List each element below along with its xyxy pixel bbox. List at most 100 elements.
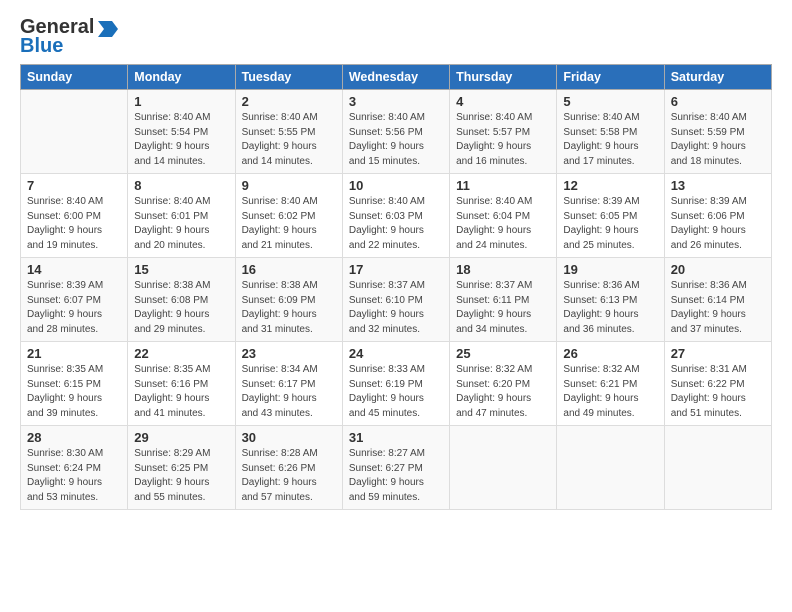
day-number: 6 bbox=[671, 94, 765, 109]
cell-info: Sunrise: 8:40 AMSunset: 5:54 PMDaylight:… bbox=[134, 111, 228, 169]
logo-blue: Blue bbox=[20, 35, 63, 58]
day-number: 28 bbox=[27, 430, 121, 445]
header-row: SundayMondayTuesdayWednesdayThursdayFrid… bbox=[21, 65, 772, 90]
day-number: 27 bbox=[671, 346, 765, 361]
cell-info: Sunrise: 8:39 AMSunset: 6:07 PMDaylight:… bbox=[27, 279, 121, 337]
cell-info: Sunrise: 8:35 AMSunset: 6:15 PMDaylight:… bbox=[27, 363, 121, 421]
cell-info: Sunrise: 8:40 AMSunset: 6:02 PMDaylight:… bbox=[242, 195, 336, 253]
cell-1-6: 13Sunrise: 8:39 AMSunset: 6:06 PMDayligh… bbox=[664, 174, 771, 258]
cell-info: Sunrise: 8:28 AMSunset: 6:26 PMDaylight:… bbox=[242, 447, 336, 505]
cell-0-2: 2 Sunrise: 8:40 AMSunset: 5:55 PMDaylight… bbox=[235, 90, 342, 174]
day-number: 14 bbox=[27, 262, 121, 277]
day-number: 13 bbox=[671, 178, 765, 193]
cell-info: Sunrise: 8:32 AMSunset: 6:21 PMDaylight:… bbox=[563, 363, 657, 421]
day-number: 11 bbox=[456, 178, 550, 193]
cell-0-3: 3Sunrise: 8:40 AMSunset: 5:56 PMDaylight… bbox=[342, 90, 449, 174]
cell-2-4: 18 Sunrise: 8:37 AMSunset: 6:11 PMDayligh… bbox=[450, 258, 557, 342]
cell-info: Sunrise: 8:40 AMSunset: 5:59 PMDaylight:… bbox=[671, 111, 765, 169]
col-header-tuesday: Tuesday bbox=[235, 65, 342, 90]
day-number: 17 bbox=[349, 262, 443, 277]
day-number: 10 bbox=[349, 178, 443, 193]
cell-0-6: 6 Sunrise: 8:40 AMSunset: 5:59 PMDaylight… bbox=[664, 90, 771, 174]
cell-4-6 bbox=[664, 426, 771, 510]
cell-3-6: 27 Sunrise: 8:31 AMSunset: 6:22 PMDayligh… bbox=[664, 342, 771, 426]
logo-icon bbox=[96, 21, 118, 37]
cell-1-0: 7 Sunrise: 8:40 AMSunset: 6:00 PMDaylight… bbox=[21, 174, 128, 258]
cell-info: Sunrise: 8:31 AMSunset: 6:22 PMDaylight:… bbox=[671, 363, 765, 421]
col-header-sunday: Sunday bbox=[21, 65, 128, 90]
cell-info: Sunrise: 8:40 AMSunset: 5:56 PMDaylight:… bbox=[349, 111, 443, 169]
cell-1-2: 9Sunrise: 8:40 AMSunset: 6:02 PMDaylight… bbox=[235, 174, 342, 258]
week-row-3: 21 Sunrise: 8:35 AMSunset: 6:15 PMDayligh… bbox=[21, 342, 772, 426]
cell-info: Sunrise: 8:29 AMSunset: 6:25 PMDaylight:… bbox=[134, 447, 228, 505]
cell-0-4: 4 Sunrise: 8:40 AMSunset: 5:57 PMDaylight… bbox=[450, 90, 557, 174]
cell-3-3: 24Sunrise: 8:33 AMSunset: 6:19 PMDayligh… bbox=[342, 342, 449, 426]
cell-info: Sunrise: 8:40 AMSunset: 6:03 PMDaylight:… bbox=[349, 195, 443, 253]
cell-3-4: 25 Sunrise: 8:32 AMSunset: 6:20 PMDayligh… bbox=[450, 342, 557, 426]
day-number: 15 bbox=[134, 262, 228, 277]
day-number: 12 bbox=[563, 178, 657, 193]
cell-info: Sunrise: 8:38 AMSunset: 6:09 PMDaylight:… bbox=[242, 279, 336, 337]
cell-info: Sunrise: 8:40 AMSunset: 5:55 PMDaylight:… bbox=[242, 111, 336, 169]
cell-info: Sunrise: 8:30 AMSunset: 6:24 PMDaylight:… bbox=[27, 447, 121, 505]
day-number: 1 bbox=[134, 94, 228, 109]
page: General Blue SundayMondayTuesdayWednesda… bbox=[0, 0, 792, 612]
cell-3-0: 21 Sunrise: 8:35 AMSunset: 6:15 PMDayligh… bbox=[21, 342, 128, 426]
cell-4-5 bbox=[557, 426, 664, 510]
day-number: 22 bbox=[134, 346, 228, 361]
cell-4-0: 28 Sunrise: 8:30 AMSunset: 6:24 PMDayligh… bbox=[21, 426, 128, 510]
cell-info: Sunrise: 8:38 AMSunset: 6:08 PMDaylight:… bbox=[134, 279, 228, 337]
col-header-friday: Friday bbox=[557, 65, 664, 90]
cell-3-5: 26 Sunrise: 8:32 AMSunset: 6:21 PMDayligh… bbox=[557, 342, 664, 426]
cell-2-5: 19 Sunrise: 8:36 AMSunset: 6:13 PMDayligh… bbox=[557, 258, 664, 342]
day-number: 4 bbox=[456, 94, 550, 109]
col-header-thursday: Thursday bbox=[450, 65, 557, 90]
header: General Blue bbox=[20, 16, 772, 58]
cell-2-2: 16 Sunrise: 8:38 AMSunset: 6:09 PMDayligh… bbox=[235, 258, 342, 342]
col-header-wednesday: Wednesday bbox=[342, 65, 449, 90]
cell-1-3: 10 Sunrise: 8:40 AMSunset: 6:03 PMDayligh… bbox=[342, 174, 449, 258]
day-number: 24 bbox=[349, 346, 443, 361]
day-number: 19 bbox=[563, 262, 657, 277]
cell-0-1: 1 Sunrise: 8:40 AMSunset: 5:54 PMDaylight… bbox=[128, 90, 235, 174]
cell-info: Sunrise: 8:34 AMSunset: 6:17 PMDaylight:… bbox=[242, 363, 336, 421]
cell-3-1: 22 Sunrise: 8:35 AMSunset: 6:16 PMDayligh… bbox=[128, 342, 235, 426]
week-row-2: 14 Sunrise: 8:39 AMSunset: 6:07 PMDayligh… bbox=[21, 258, 772, 342]
cell-3-2: 23 Sunrise: 8:34 AMSunset: 6:17 PMDayligh… bbox=[235, 342, 342, 426]
cell-info: Sunrise: 8:32 AMSunset: 6:20 PMDaylight:… bbox=[456, 363, 550, 421]
day-number: 26 bbox=[563, 346, 657, 361]
cell-info: Sunrise: 8:27 AMSunset: 6:27 PMDaylight:… bbox=[349, 447, 443, 505]
cell-info: Sunrise: 8:40 AMSunset: 5:58 PMDaylight:… bbox=[563, 111, 657, 169]
cell-info: Sunrise: 8:37 AMSunset: 6:11 PMDaylight:… bbox=[456, 279, 550, 337]
week-row-0: 1 Sunrise: 8:40 AMSunset: 5:54 PMDaylight… bbox=[21, 90, 772, 174]
cell-info: Sunrise: 8:40 AMSunset: 6:01 PMDaylight:… bbox=[134, 195, 228, 253]
col-header-monday: Monday bbox=[128, 65, 235, 90]
cell-0-0 bbox=[21, 90, 128, 174]
day-number: 31 bbox=[349, 430, 443, 445]
calendar-table: SundayMondayTuesdayWednesdayThursdayFrid… bbox=[20, 64, 772, 510]
day-number: 16 bbox=[242, 262, 336, 277]
day-number: 21 bbox=[27, 346, 121, 361]
cell-info: Sunrise: 8:40 AMSunset: 5:57 PMDaylight:… bbox=[456, 111, 550, 169]
day-number: 7 bbox=[27, 178, 121, 193]
day-number: 23 bbox=[242, 346, 336, 361]
cell-4-2: 30 Sunrise: 8:28 AMSunset: 6:26 PMDayligh… bbox=[235, 426, 342, 510]
day-number: 2 bbox=[242, 94, 336, 109]
cell-info: Sunrise: 8:35 AMSunset: 6:16 PMDaylight:… bbox=[134, 363, 228, 421]
col-header-saturday: Saturday bbox=[664, 65, 771, 90]
day-number: 18 bbox=[456, 262, 550, 277]
day-number: 30 bbox=[242, 430, 336, 445]
day-number: 20 bbox=[671, 262, 765, 277]
cell-info: Sunrise: 8:36 AMSunset: 6:13 PMDaylight:… bbox=[563, 279, 657, 337]
cell-info: Sunrise: 8:39 AMSunset: 6:05 PMDaylight:… bbox=[563, 195, 657, 253]
cell-info: Sunrise: 8:40 AMSunset: 6:00 PMDaylight:… bbox=[27, 195, 121, 253]
cell-info: Sunrise: 8:40 AMSunset: 6:04 PMDaylight:… bbox=[456, 195, 550, 253]
cell-2-3: 17Sunrise: 8:37 AMSunset: 6:10 PMDayligh… bbox=[342, 258, 449, 342]
cell-4-3: 31 Sunrise: 8:27 AMSunset: 6:27 PMDayligh… bbox=[342, 426, 449, 510]
cell-2-6: 20Sunrise: 8:36 AMSunset: 6:14 PMDayligh… bbox=[664, 258, 771, 342]
cell-1-5: 12 Sunrise: 8:39 AMSunset: 6:05 PMDayligh… bbox=[557, 174, 664, 258]
logo: General Blue bbox=[20, 16, 118, 58]
cell-1-4: 11 Sunrise: 8:40 AMSunset: 6:04 PMDayligh… bbox=[450, 174, 557, 258]
day-number: 25 bbox=[456, 346, 550, 361]
cell-2-1: 15 Sunrise: 8:38 AMSunset: 6:08 PMDayligh… bbox=[128, 258, 235, 342]
